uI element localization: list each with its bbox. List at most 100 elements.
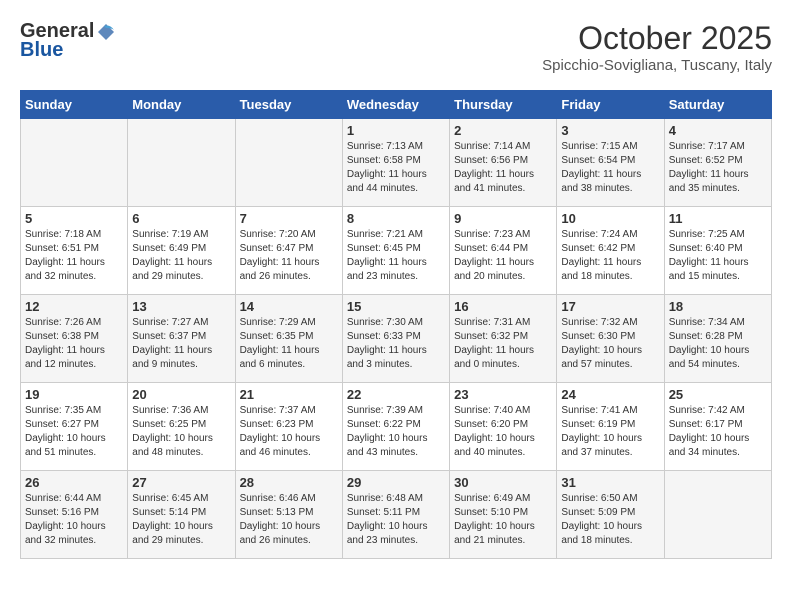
day-info-text: Sunset: 5:16 PM: [25, 506, 123, 520]
day-info-text: Sunrise: 7:18 AM: [25, 228, 123, 242]
day-cell: 3Sunrise: 7:15 AMSunset: 6:54 PMDaylight…: [557, 119, 664, 207]
day-info-text: Daylight: 11 hours and 44 minutes.: [347, 168, 445, 196]
day-cell: 11Sunrise: 7:25 AMSunset: 6:40 PMDayligh…: [664, 207, 771, 295]
page-header: General Blue October 2025 Spicchio-Sovig…: [20, 20, 772, 74]
day-info-text: Daylight: 11 hours and 35 minutes.: [669, 168, 767, 196]
day-info-text: Sunset: 6:25 PM: [132, 418, 230, 432]
day-info-text: Sunrise: 7:20 AM: [240, 228, 338, 242]
day-info-text: Sunrise: 7:36 AM: [132, 404, 230, 418]
day-info-text: Daylight: 11 hours and 20 minutes.: [454, 256, 552, 284]
day-cell: 23Sunrise: 7:40 AMSunset: 6:20 PMDayligh…: [450, 383, 557, 471]
day-info-text: Daylight: 11 hours and 15 minutes.: [669, 256, 767, 284]
day-info-text: Sunrise: 7:37 AM: [240, 404, 338, 418]
day-info-text: Sunrise: 7:34 AM: [669, 316, 767, 330]
day-info-text: Sunset: 6:44 PM: [454, 242, 552, 256]
day-number: 26: [25, 475, 123, 490]
day-cell: 9 Sunrise: 7:23 AMSunset: 6:44 PMDaylight…: [450, 207, 557, 295]
logo: General Blue: [20, 20, 118, 62]
day-number: 24: [561, 387, 659, 402]
day-info-text: Sunrise: 7:26 AM: [25, 316, 123, 330]
day-number: 10: [561, 211, 659, 226]
day-info-text: Sunrise: 7:39 AM: [347, 404, 445, 418]
day-info-text: Sunset: 6:20 PM: [454, 418, 552, 432]
day-info-text: Sunrise: 7:27 AM: [132, 316, 230, 330]
day-info-text: Sunrise: 7:17 AM: [669, 140, 767, 154]
day-cell: 20 Sunrise: 7:36 AMSunset: 6:25 PMDayligh…: [128, 383, 235, 471]
day-cell: 24Sunrise: 7:41 AMSunset: 6:19 PMDayligh…: [557, 383, 664, 471]
day-number: 9: [454, 211, 552, 226]
day-info-text: Sunset: 6:47 PM: [240, 242, 338, 256]
day-info-text: Daylight: 10 hours and 43 minutes.: [347, 432, 445, 460]
day-info-text: Daylight: 10 hours and 18 minutes.: [561, 520, 659, 548]
month-title: October 2025: [542, 20, 772, 57]
day-number: 3: [561, 123, 659, 138]
day-info-text: Sunset: 6:37 PM: [132, 330, 230, 344]
day-info-text: Daylight: 10 hours and 40 minutes.: [454, 432, 552, 460]
day-cell: 12Sunrise: 7:26 AMSunset: 6:38 PMDayligh…: [21, 295, 128, 383]
day-cell: 18Sunrise: 7:34 AMSunset: 6:28 PMDayligh…: [664, 295, 771, 383]
day-info-text: Daylight: 11 hours and 12 minutes.: [25, 344, 123, 372]
day-info-text: Sunrise: 7:35 AM: [25, 404, 123, 418]
day-number: 30: [454, 475, 552, 490]
day-info-text: Sunset: 6:40 PM: [669, 242, 767, 256]
day-info-text: Daylight: 11 hours and 38 minutes.: [561, 168, 659, 196]
day-info-text: Sunset: 6:32 PM: [454, 330, 552, 344]
day-number: 22: [347, 387, 445, 402]
header-thursday: Thursday: [450, 91, 557, 119]
week-row-4: 19Sunrise: 7:35 AMSunset: 6:27 PMDayligh…: [21, 383, 772, 471]
day-info-text: Sunrise: 7:41 AM: [561, 404, 659, 418]
day-info-text: Sunrise: 7:24 AM: [561, 228, 659, 242]
day-info-text: Sunrise: 7:31 AM: [454, 316, 552, 330]
day-info-text: Sunrise: 6:48 AM: [347, 492, 445, 506]
day-cell: 5Sunrise: 7:18 AMSunset: 6:51 PMDaylight…: [21, 207, 128, 295]
day-info-text: Sunrise: 6:50 AM: [561, 492, 659, 506]
day-info-text: Sunrise: 7:40 AM: [454, 404, 552, 418]
day-number: 20: [132, 387, 230, 402]
day-number: 14: [240, 299, 338, 314]
day-info-text: Daylight: 10 hours and 37 minutes.: [561, 432, 659, 460]
day-info-text: Sunset: 6:28 PM: [669, 330, 767, 344]
day-info-text: Daylight: 10 hours and 57 minutes.: [561, 344, 659, 372]
day-info-text: Daylight: 11 hours and 32 minutes.: [25, 256, 123, 284]
day-number: 4: [669, 123, 767, 138]
day-info-text: Daylight: 11 hours and 6 minutes.: [240, 344, 338, 372]
day-info-text: Sunrise: 7:19 AM: [132, 228, 230, 242]
day-number: 25: [669, 387, 767, 402]
day-info-text: Daylight: 10 hours and 54 minutes.: [669, 344, 767, 372]
day-info-text: Daylight: 10 hours and 48 minutes.: [132, 432, 230, 460]
day-cell: 7Sunrise: 7:20 AMSunset: 6:47 PMDaylight…: [235, 207, 342, 295]
day-info-text: Sunset: 6:27 PM: [25, 418, 123, 432]
week-row-2: 5Sunrise: 7:18 AMSunset: 6:51 PMDaylight…: [21, 207, 772, 295]
day-number: 1: [347, 123, 445, 138]
day-info-text: Daylight: 10 hours and 26 minutes.: [240, 520, 338, 548]
day-info-text: Sunset: 6:54 PM: [561, 154, 659, 168]
day-info-text: Sunrise: 6:45 AM: [132, 492, 230, 506]
week-row-5: 26Sunrise: 6:44 AMSunset: 5:16 PMDayligh…: [21, 471, 772, 559]
day-info-text: Daylight: 11 hours and 23 minutes.: [347, 256, 445, 284]
day-number: 7: [240, 211, 338, 226]
day-cell: 19Sunrise: 7:35 AMSunset: 6:27 PMDayligh…: [21, 383, 128, 471]
day-cell: 17Sunrise: 7:32 AMSunset: 6:30 PMDayligh…: [557, 295, 664, 383]
day-info-text: Sunrise: 7:29 AM: [240, 316, 338, 330]
day-cell: [235, 119, 342, 207]
day-info-text: Daylight: 10 hours and 34 minutes.: [669, 432, 767, 460]
day-info-text: Sunrise: 6:49 AM: [454, 492, 552, 506]
day-info-text: Sunset: 6:22 PM: [347, 418, 445, 432]
day-info-text: Daylight: 11 hours and 0 minutes.: [454, 344, 552, 372]
day-info-text: Sunrise: 7:23 AM: [454, 228, 552, 242]
logo-icon: [96, 22, 116, 42]
day-info-text: Daylight: 10 hours and 23 minutes.: [347, 520, 445, 548]
day-number: 28: [240, 475, 338, 490]
day-info-text: Sunrise: 7:42 AM: [669, 404, 767, 418]
day-info-text: Sunrise: 7:13 AM: [347, 140, 445, 154]
header-wednesday: Wednesday: [342, 91, 449, 119]
day-info-text: Sunset: 6:38 PM: [25, 330, 123, 344]
day-cell: 10Sunrise: 7:24 AMSunset: 6:42 PMDayligh…: [557, 207, 664, 295]
day-info-text: Daylight: 10 hours and 51 minutes.: [25, 432, 123, 460]
title-block: October 2025 Spicchio-Sovigliana, Tuscan…: [542, 20, 772, 74]
day-number: 5: [25, 211, 123, 226]
day-cell: 14Sunrise: 7:29 AMSunset: 6:35 PMDayligh…: [235, 295, 342, 383]
day-info-text: Sunrise: 6:46 AM: [240, 492, 338, 506]
header-row: SundayMondayTuesdayWednesdayThursdayFrid…: [21, 91, 772, 119]
day-info-text: Sunset: 6:17 PM: [669, 418, 767, 432]
